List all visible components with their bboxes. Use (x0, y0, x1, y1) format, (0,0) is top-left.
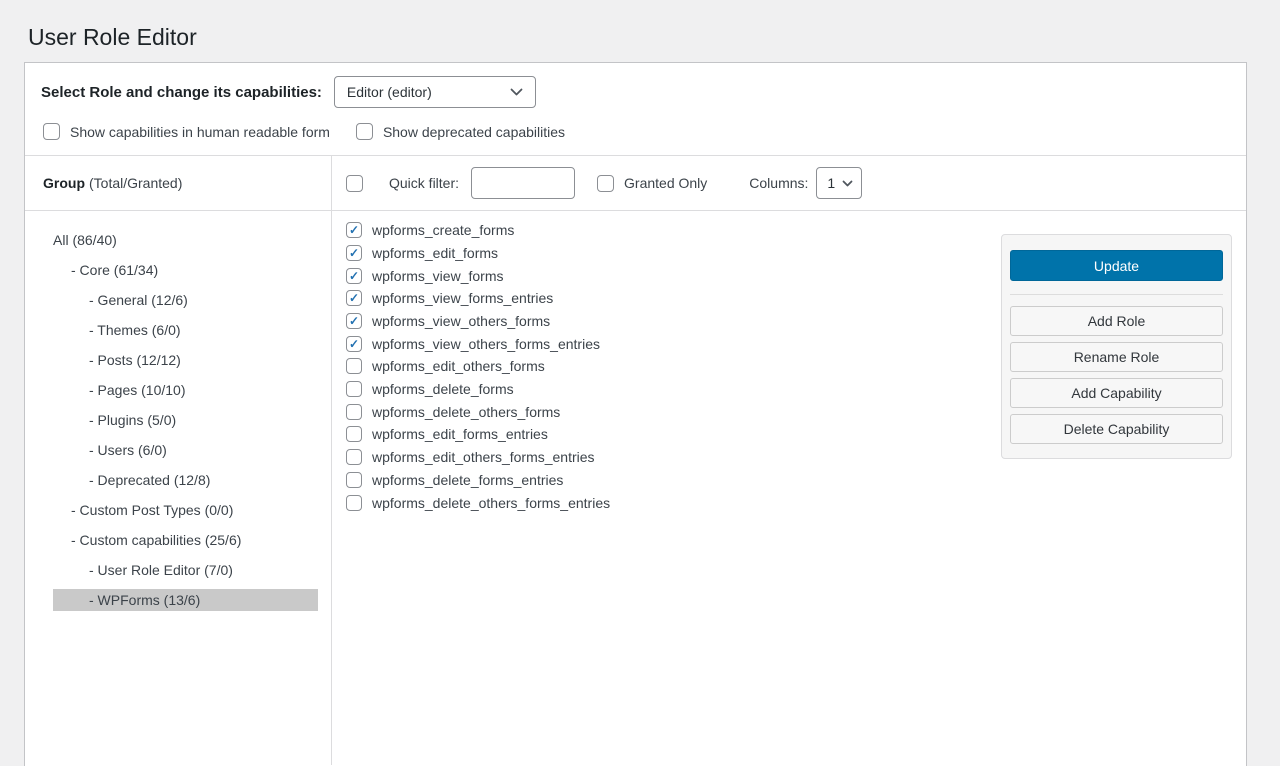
page-title: User Role Editor (0, 0, 1280, 62)
group-tree-item[interactable]: - General (12/6) (53, 289, 318, 311)
capabilities-column: ✓ wpforms_create_forms ✓ wpforms_edit_forms… (332, 211, 1246, 765)
capability-label: wpforms_edit_others_forms (372, 358, 545, 374)
capability-label: wpforms_delete_others_forms (372, 404, 560, 420)
group-tree-item[interactable]: - Core (61/34) (53, 259, 318, 281)
group-tree-item[interactable]: - Themes (6/0) (53, 319, 318, 341)
capability-checkbox[interactable]: ✓ (346, 222, 362, 238)
group-tree-item[interactable]: - Deprecated (12/8) (53, 469, 318, 491)
group-tree-item[interactable]: - WPForms (13/6) (53, 589, 318, 611)
capability-row: wpforms_delete_others_forms_entries (346, 494, 1246, 512)
capability-checkbox[interactable]: ✓ (346, 290, 362, 306)
capability-label: wpforms_edit_forms (372, 245, 498, 261)
capability-label: wpforms_create_forms (372, 222, 514, 238)
add-role-button[interactable]: Add Role (1010, 306, 1223, 336)
columns-select-value: 1 (827, 175, 835, 191)
actions-panel: Update Add Role Rename Role Add Capabili… (1001, 234, 1232, 459)
capability-label: wpforms_view_forms (372, 268, 503, 284)
capability-checkbox[interactable] (346, 472, 362, 488)
human-readable-option: Show capabilities in human readable form (43, 123, 330, 140)
rename-role-button[interactable]: Rename Role (1010, 342, 1223, 372)
group-tree-item[interactable]: - Posts (12/12) (53, 349, 318, 371)
groups-tree: All (86/40) - Core (61/34) - General (12/6… (25, 211, 332, 765)
role-select-value: Editor (editor) (347, 84, 432, 100)
add-capability-button[interactable]: Add Capability (1010, 378, 1223, 408)
role-selector-row: Select Role and change its capabilities:… (25, 63, 1246, 108)
capability-label: wpforms_delete_forms_entries (372, 472, 563, 488)
deprecated-label: Show deprecated capabilities (383, 124, 565, 140)
capability-checkbox[interactable]: ✓ (346, 268, 362, 284)
group-tree-item[interactable]: - Users (6/0) (53, 439, 318, 461)
capability-checkbox[interactable] (346, 358, 362, 374)
capability-checkbox[interactable] (346, 449, 362, 465)
update-button[interactable]: Update (1010, 250, 1223, 281)
capability-checkbox[interactable] (346, 404, 362, 420)
list-body: All (86/40) - Core (61/34) - General (12/6… (25, 211, 1246, 765)
granted-only-option: Granted Only (597, 175, 707, 192)
role-select[interactable]: Editor (editor) (334, 76, 536, 108)
capability-checkbox[interactable]: ✓ (346, 245, 362, 261)
groups-header-title: Group (43, 175, 85, 191)
human-readable-label: Show capabilities in human readable form (70, 124, 330, 140)
quick-filter-input[interactable] (471, 167, 575, 199)
group-tree-item[interactable]: - Custom capabilities (25/6) (53, 529, 318, 551)
groups-column-header: Group (Total/Granted) (25, 156, 332, 210)
deprecated-checkbox[interactable] (356, 123, 373, 140)
deprecated-option: Show deprecated capabilities (356, 123, 565, 140)
capability-label: wpforms_view_others_forms (372, 313, 550, 329)
panel-divider (1010, 294, 1223, 295)
capability-row: wpforms_delete_forms_entries (346, 471, 1246, 489)
capability-checkbox[interactable]: ✓ (346, 313, 362, 329)
groups-header-subtitle: (Total/Granted) (89, 175, 182, 191)
capability-checkbox[interactable] (346, 381, 362, 397)
delete-capability-button[interactable]: Delete Capability (1010, 414, 1223, 444)
granted-only-label: Granted Only (624, 175, 707, 191)
granted-only-checkbox[interactable] (597, 175, 614, 192)
select-all-checkbox[interactable] (346, 175, 363, 192)
capability-label: wpforms_delete_others_forms_entries (372, 495, 610, 511)
group-tree-item[interactable]: - User Role Editor (7/0) (53, 559, 318, 581)
group-tree-item[interactable]: - Custom Post Types (0/0) (53, 499, 318, 521)
display-options-row: Show capabilities in human readable form… (25, 108, 1246, 155)
capability-checkbox[interactable] (346, 426, 362, 442)
columns-select[interactable]: 1 (816, 167, 862, 199)
capability-checkbox[interactable] (346, 495, 362, 511)
capability-label: wpforms_view_forms_entries (372, 290, 553, 306)
select-role-label: Select Role and change its capabilities: (41, 84, 322, 101)
chevron-down-icon (842, 180, 853, 187)
user-role-editor-panel: Select Role and change its capabilities:… (24, 62, 1247, 766)
group-tree-item[interactable]: All (86/40) (53, 229, 318, 251)
quick-filter-label: Quick filter: (389, 175, 459, 191)
capability-label: wpforms_delete_forms (372, 381, 514, 397)
columns-label: Columns: (749, 175, 808, 191)
capability-label: wpforms_view_others_forms_entries (372, 336, 600, 352)
chevron-down-icon (510, 88, 523, 96)
group-tree-item[interactable]: - Pages (10/10) (53, 379, 318, 401)
capability-checkbox[interactable]: ✓ (346, 336, 362, 352)
group-tree-item[interactable]: - Plugins (5/0) (53, 409, 318, 431)
capability-label: wpforms_edit_others_forms_entries (372, 449, 595, 465)
human-readable-checkbox[interactable] (43, 123, 60, 140)
list-header-row: Group (Total/Granted) Quick filter: Gran… (25, 155, 1246, 211)
capability-label: wpforms_edit_forms_entries (372, 426, 548, 442)
filter-bar: Quick filter: Granted Only Columns: 1 (332, 156, 1246, 210)
